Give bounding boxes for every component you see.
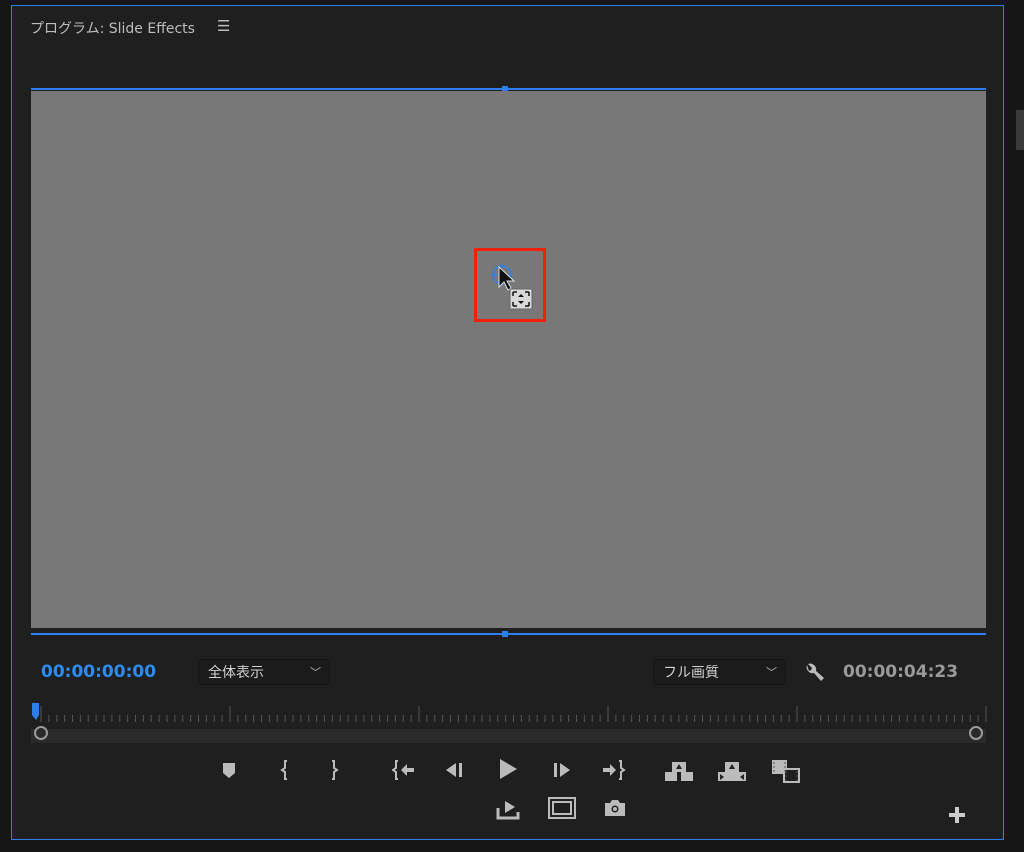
go-to-out-button[interactable] [601, 759, 627, 781]
insert-button[interactable] [664, 760, 694, 782]
play-button[interactable] [497, 758, 519, 780]
add-marker-button[interactable] [220, 761, 238, 779]
mark-out-button[interactable] [327, 759, 341, 781]
lift-export-button[interactable] [496, 798, 520, 820]
mark-in-button[interactable] [278, 759, 292, 781]
zoom-scroll-left-handle[interactable] [34, 726, 48, 740]
zoom-scrollbar[interactable] [31, 729, 986, 743]
go-to-in-button[interactable] [392, 759, 418, 781]
playhead[interactable] [31, 703, 43, 721]
zoom-scroll-right-handle[interactable] [969, 726, 983, 740]
step-back-button[interactable] [444, 761, 466, 779]
step-forward-button[interactable] [552, 761, 574, 779]
time-ruler[interactable] [12, 6, 1003, 746]
overwrite-button[interactable] [717, 760, 747, 782]
safe-margins-button[interactable] [548, 797, 576, 819]
button-editor-plus-icon[interactable] [948, 806, 966, 824]
export-frame-compare-button[interactable] [771, 759, 801, 783]
program-monitor-panel: プログラム: Slide Effects ☰ 00:00:00:00 全体表示 … [11, 5, 1004, 840]
adjacent-panel-scrollbar[interactable] [1016, 110, 1024, 150]
export-frame-camera-button[interactable] [604, 798, 626, 818]
